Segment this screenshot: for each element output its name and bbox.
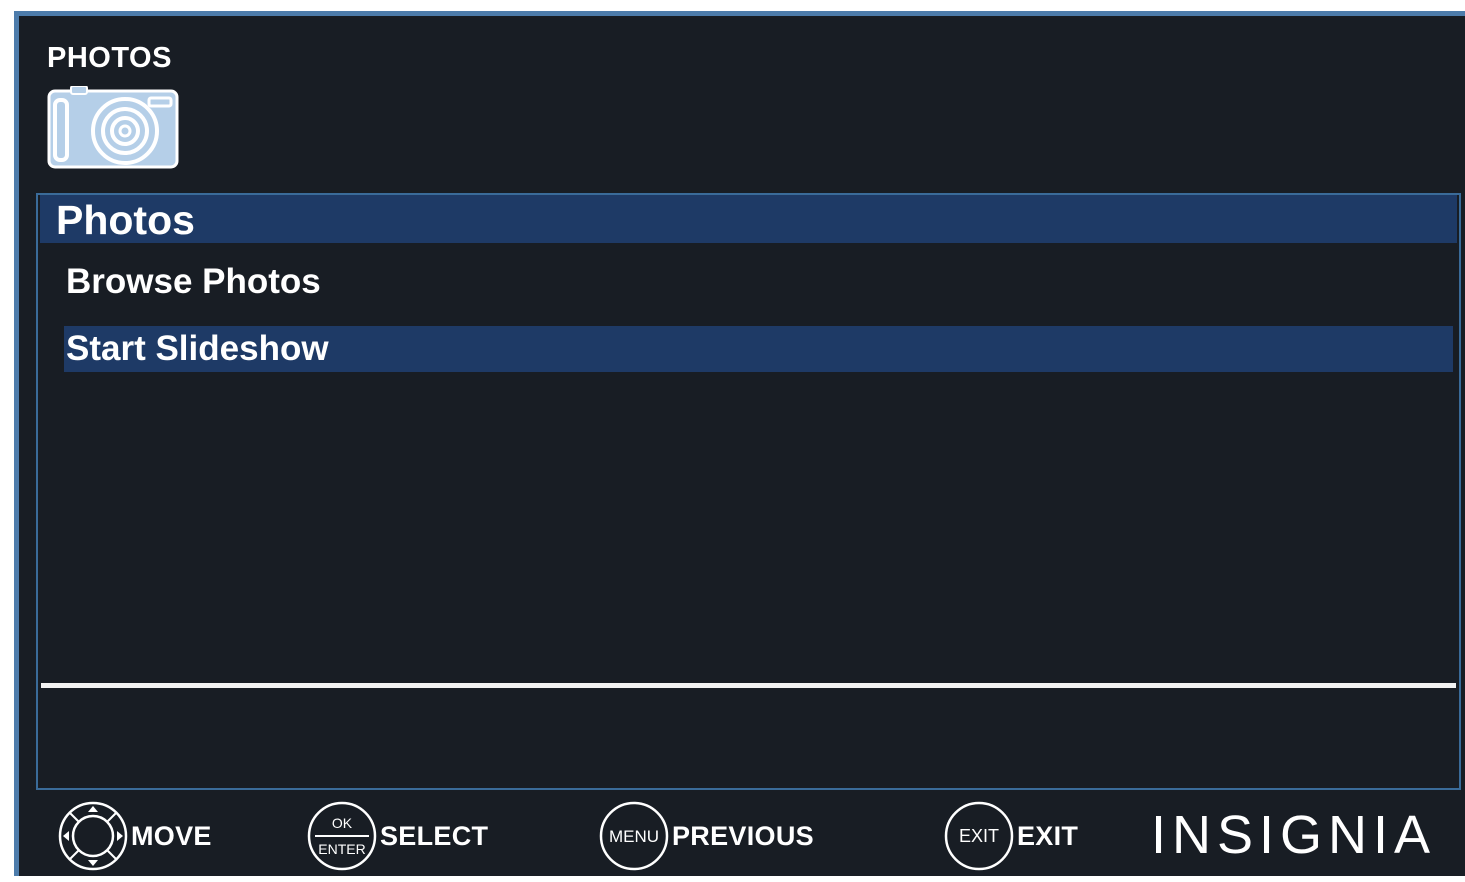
dpad-icon bbox=[58, 801, 128, 871]
menu-item-label: Browse Photos bbox=[66, 262, 321, 301]
panel-title: Photos bbox=[56, 197, 195, 243]
page-title: PHOTOS bbox=[47, 42, 172, 74]
brand-logo: INSIGNIA bbox=[1151, 805, 1437, 865]
menu-panel: Photos Browse Photos Start Slideshow bbox=[36, 193, 1461, 790]
hint-select: OK ENTER SELECT bbox=[306, 798, 488, 874]
enter-icon-text: ENTER bbox=[318, 841, 365, 857]
hint-exit: EXIT EXIT bbox=[943, 798, 1078, 874]
hint-label: PREVIOUS bbox=[672, 820, 814, 851]
menu-item-start-slideshow[interactable]: Start Slideshow bbox=[64, 326, 1453, 372]
exit-button-icon: EXIT bbox=[944, 801, 1014, 871]
menu-item-browse-photos[interactable]: Browse Photos bbox=[64, 259, 1453, 305]
menu-icon-text: MENU bbox=[609, 827, 659, 846]
panel-title-bar: Photos bbox=[40, 195, 1457, 243]
hint-label: SELECT bbox=[380, 820, 489, 851]
camera-icon bbox=[47, 86, 179, 169]
exit-icon-text: EXIT bbox=[959, 826, 999, 846]
hint-previous: MENU PREVIOUS bbox=[598, 798, 814, 874]
menu-item-label: Start Slideshow bbox=[66, 329, 329, 368]
ok-icon-text: OK bbox=[332, 815, 353, 831]
hint-label: MOVE bbox=[131, 820, 212, 851]
menu-button-icon: MENU bbox=[599, 801, 669, 871]
hint-label: EXIT bbox=[1017, 820, 1079, 851]
ok-enter-icon: OK ENTER bbox=[307, 801, 377, 871]
divider bbox=[41, 683, 1456, 688]
hint-move: MOVE bbox=[57, 798, 212, 874]
tv-menu-screen: PHOTOS Photos Browse Photos Start Slides… bbox=[14, 11, 1465, 876]
button-hint-bar: MOVE OK ENTER SELECT MENU PREVIOUS EXIT bbox=[19, 792, 1465, 882]
